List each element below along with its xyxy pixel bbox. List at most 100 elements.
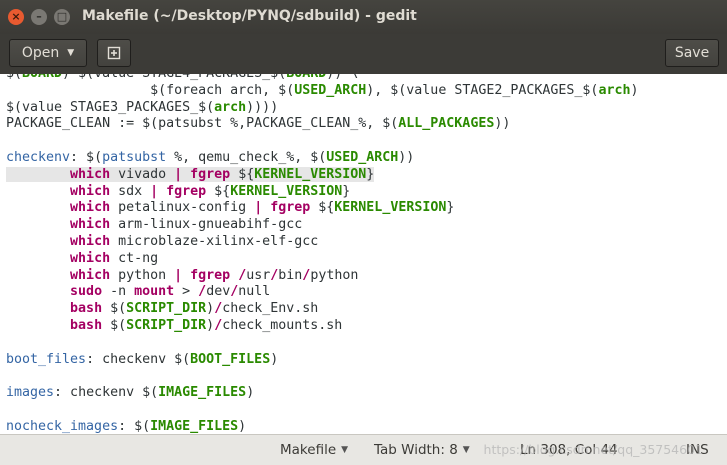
code-token: ${ [310, 200, 335, 216]
code-token: PACKAGE_CLEAN := $(patsubst %,PACKAGE_CL… [6, 116, 399, 132]
code-line[interactable]: bash $(SCRIPT_DIR)/check_mounts.sh [6, 318, 638, 335]
code-token: $(value STAGE3_PACKAGES_$( [6, 99, 215, 115]
language-selector[interactable]: Makefile ▼ [280, 442, 348, 458]
title-bar[interactable]: × – □ Makefile (~/Desktop/PYNQ/sdbuild) … [0, 0, 727, 34]
text-editor[interactable]: $(BOARD) $(value STAGE4_PACKAGES_$(BOARD… [0, 74, 727, 434]
code-line[interactable]: checkenv: $(patsubst %, qemu_check_%, $(… [6, 150, 638, 167]
insert-mode-indicator[interactable]: INS [686, 442, 709, 458]
code-line[interactable] [6, 335, 638, 352]
code-line[interactable]: sudo -n mount > /dev/null [6, 284, 638, 301]
code-line[interactable]: $(BOARD) $(value STAGE4_PACKAGES_$(BOARD… [6, 74, 638, 83]
code-line-content: images: checkenv $(IMAGE_FILES) [6, 385, 254, 400]
code-line-content: nocheck_images: $(IMAGE_FILES) [6, 419, 246, 434]
open-button-label: Open [21, 45, 60, 61]
tab-width-selector[interactable]: Tab Width: 8 ▼ [374, 442, 470, 458]
code-line-content: $(value STAGE3_PACKAGES_$(arch)))) [6, 100, 278, 115]
code-token: bash [70, 317, 103, 333]
code-token: ), $(value STAGE2_PACKAGES_$( [366, 82, 599, 98]
cursor-position[interactable]: Ln 308, Col 44 [520, 442, 618, 458]
tab-width-label: Tab Width: 8 [374, 442, 458, 458]
code-token: | [150, 183, 159, 199]
code-token: ALL_PACKAGES [398, 116, 495, 132]
current-code-line[interactable]: which vivado | fgrep ${KERNEL_VERSION} [6, 166, 638, 184]
code-line[interactable]: nocheck_images: $(IMAGE_FILES) [6, 419, 638, 434]
code-line[interactable]: $(foreach arch, $(USED_ARCH), $(value ST… [6, 83, 638, 100]
chevron-down-icon: ▼ [341, 445, 349, 455]
code-line-content: PACKAGE_CLEAN := $(patsubst %,PACKAGE_CL… [6, 116, 510, 131]
code-token: } [342, 183, 351, 199]
code-line-content: $(foreach arch, $(USED_ARCH), $(value ST… [6, 83, 638, 98]
language-label: Makefile [280, 442, 337, 458]
code-token: microblaze-xilinx-elf-gcc [110, 233, 319, 249]
code-token: bash [70, 301, 103, 317]
code-token: | [254, 200, 263, 216]
code-token: arch [598, 82, 631, 98]
code-line[interactable]: which sdx | fgrep ${KERNEL_VERSION} [6, 184, 638, 201]
code-token: KERNEL_VERSION [334, 200, 447, 216]
code-token: null [238, 284, 271, 300]
code-line[interactable]: boot_files: checkenv $(BOOT_FILES) [6, 352, 638, 369]
maximize-window-button[interactable]: □ [54, 9, 70, 25]
code-token: BOARD [286, 74, 326, 81]
code-line-content [6, 368, 14, 383]
close-window-button[interactable]: × [8, 9, 24, 25]
save-button[interactable]: Save [665, 39, 719, 67]
code-token: fgrep [166, 183, 207, 199]
code-line[interactable]: PACKAGE_CLEAN := $(patsubst %,PACKAGE_CL… [6, 116, 638, 133]
code-line-content: bash $(SCRIPT_DIR)/check_Env.sh [6, 301, 318, 316]
code-token: usr [246, 267, 271, 283]
code-line[interactable]: which petalinux-config | fgrep ${KERNEL_… [6, 200, 638, 217]
status-bar: Makefile ▼ Tab Width: 8 ▼ Ln 308, Col 44… [0, 434, 727, 465]
code-token: %, qemu_check_%, $( [166, 149, 327, 165]
code-view[interactable]: $(BOARD) $(value STAGE4_PACKAGES_$(BOARD… [6, 74, 638, 434]
code-token: which [70, 166, 111, 182]
gedit-window: × – □ Makefile (~/Desktop/PYNQ/sdbuild) … [0, 0, 727, 465]
code-line[interactable]: which ct-ng [6, 251, 638, 268]
code-token: petalinux-config [110, 200, 255, 216]
code-line[interactable]: which microblaze-xilinx-elf-gcc [6, 234, 638, 251]
header-bar: Open ▼ Save [0, 34, 727, 75]
code-line[interactable]: images: checkenv $(IMAGE_FILES) [6, 385, 638, 402]
code-line[interactable] [6, 368, 638, 385]
code-token: : $( [118, 418, 151, 434]
chevron-down-icon: ▼ [462, 445, 470, 455]
code-line[interactable] [6, 133, 638, 150]
code-line[interactable]: which python | fgrep /usr/bin/python [6, 268, 638, 285]
code-token: arm-linux-gnueabihf-gcc [110, 217, 303, 233]
code-line-content: $(BOARD) $(value STAGE4_PACKAGES_$(BOARD… [6, 74, 358, 81]
code-token: boot_files [6, 351, 87, 367]
code-token: patsubst [102, 149, 167, 165]
code-token: / [198, 284, 207, 300]
code-token: which [70, 233, 111, 249]
code-line[interactable] [6, 402, 638, 419]
code-line[interactable]: $(value STAGE3_PACKAGES_$(arch)))) [6, 100, 638, 117]
code-token: | [174, 166, 183, 182]
code-token: ) [246, 385, 255, 401]
code-token: check_mounts.sh [222, 317, 343, 333]
code-token: )) [494, 116, 511, 132]
code-token: vivado [110, 166, 175, 182]
code-token: / [214, 301, 223, 317]
code-line[interactable]: bash $(SCRIPT_DIR)/check_Env.sh [6, 301, 638, 318]
code-token: which [70, 217, 111, 233]
code-token: which [70, 200, 111, 216]
open-button[interactable]: Open ▼ [9, 39, 87, 67]
new-document-icon [107, 46, 121, 60]
code-token: fgrep [190, 267, 231, 283]
code-line-content: which microblaze-xilinx-elf-gcc [6, 234, 318, 249]
minimize-window-button[interactable]: – [31, 9, 47, 25]
code-token: fgrep [270, 200, 311, 216]
code-token: SCRIPT_DIR [126, 317, 207, 333]
code-token: ${ [206, 183, 231, 199]
code-line[interactable]: which arm-linux-gnueabihf-gcc [6, 217, 638, 234]
new-document-button[interactable] [97, 39, 131, 67]
